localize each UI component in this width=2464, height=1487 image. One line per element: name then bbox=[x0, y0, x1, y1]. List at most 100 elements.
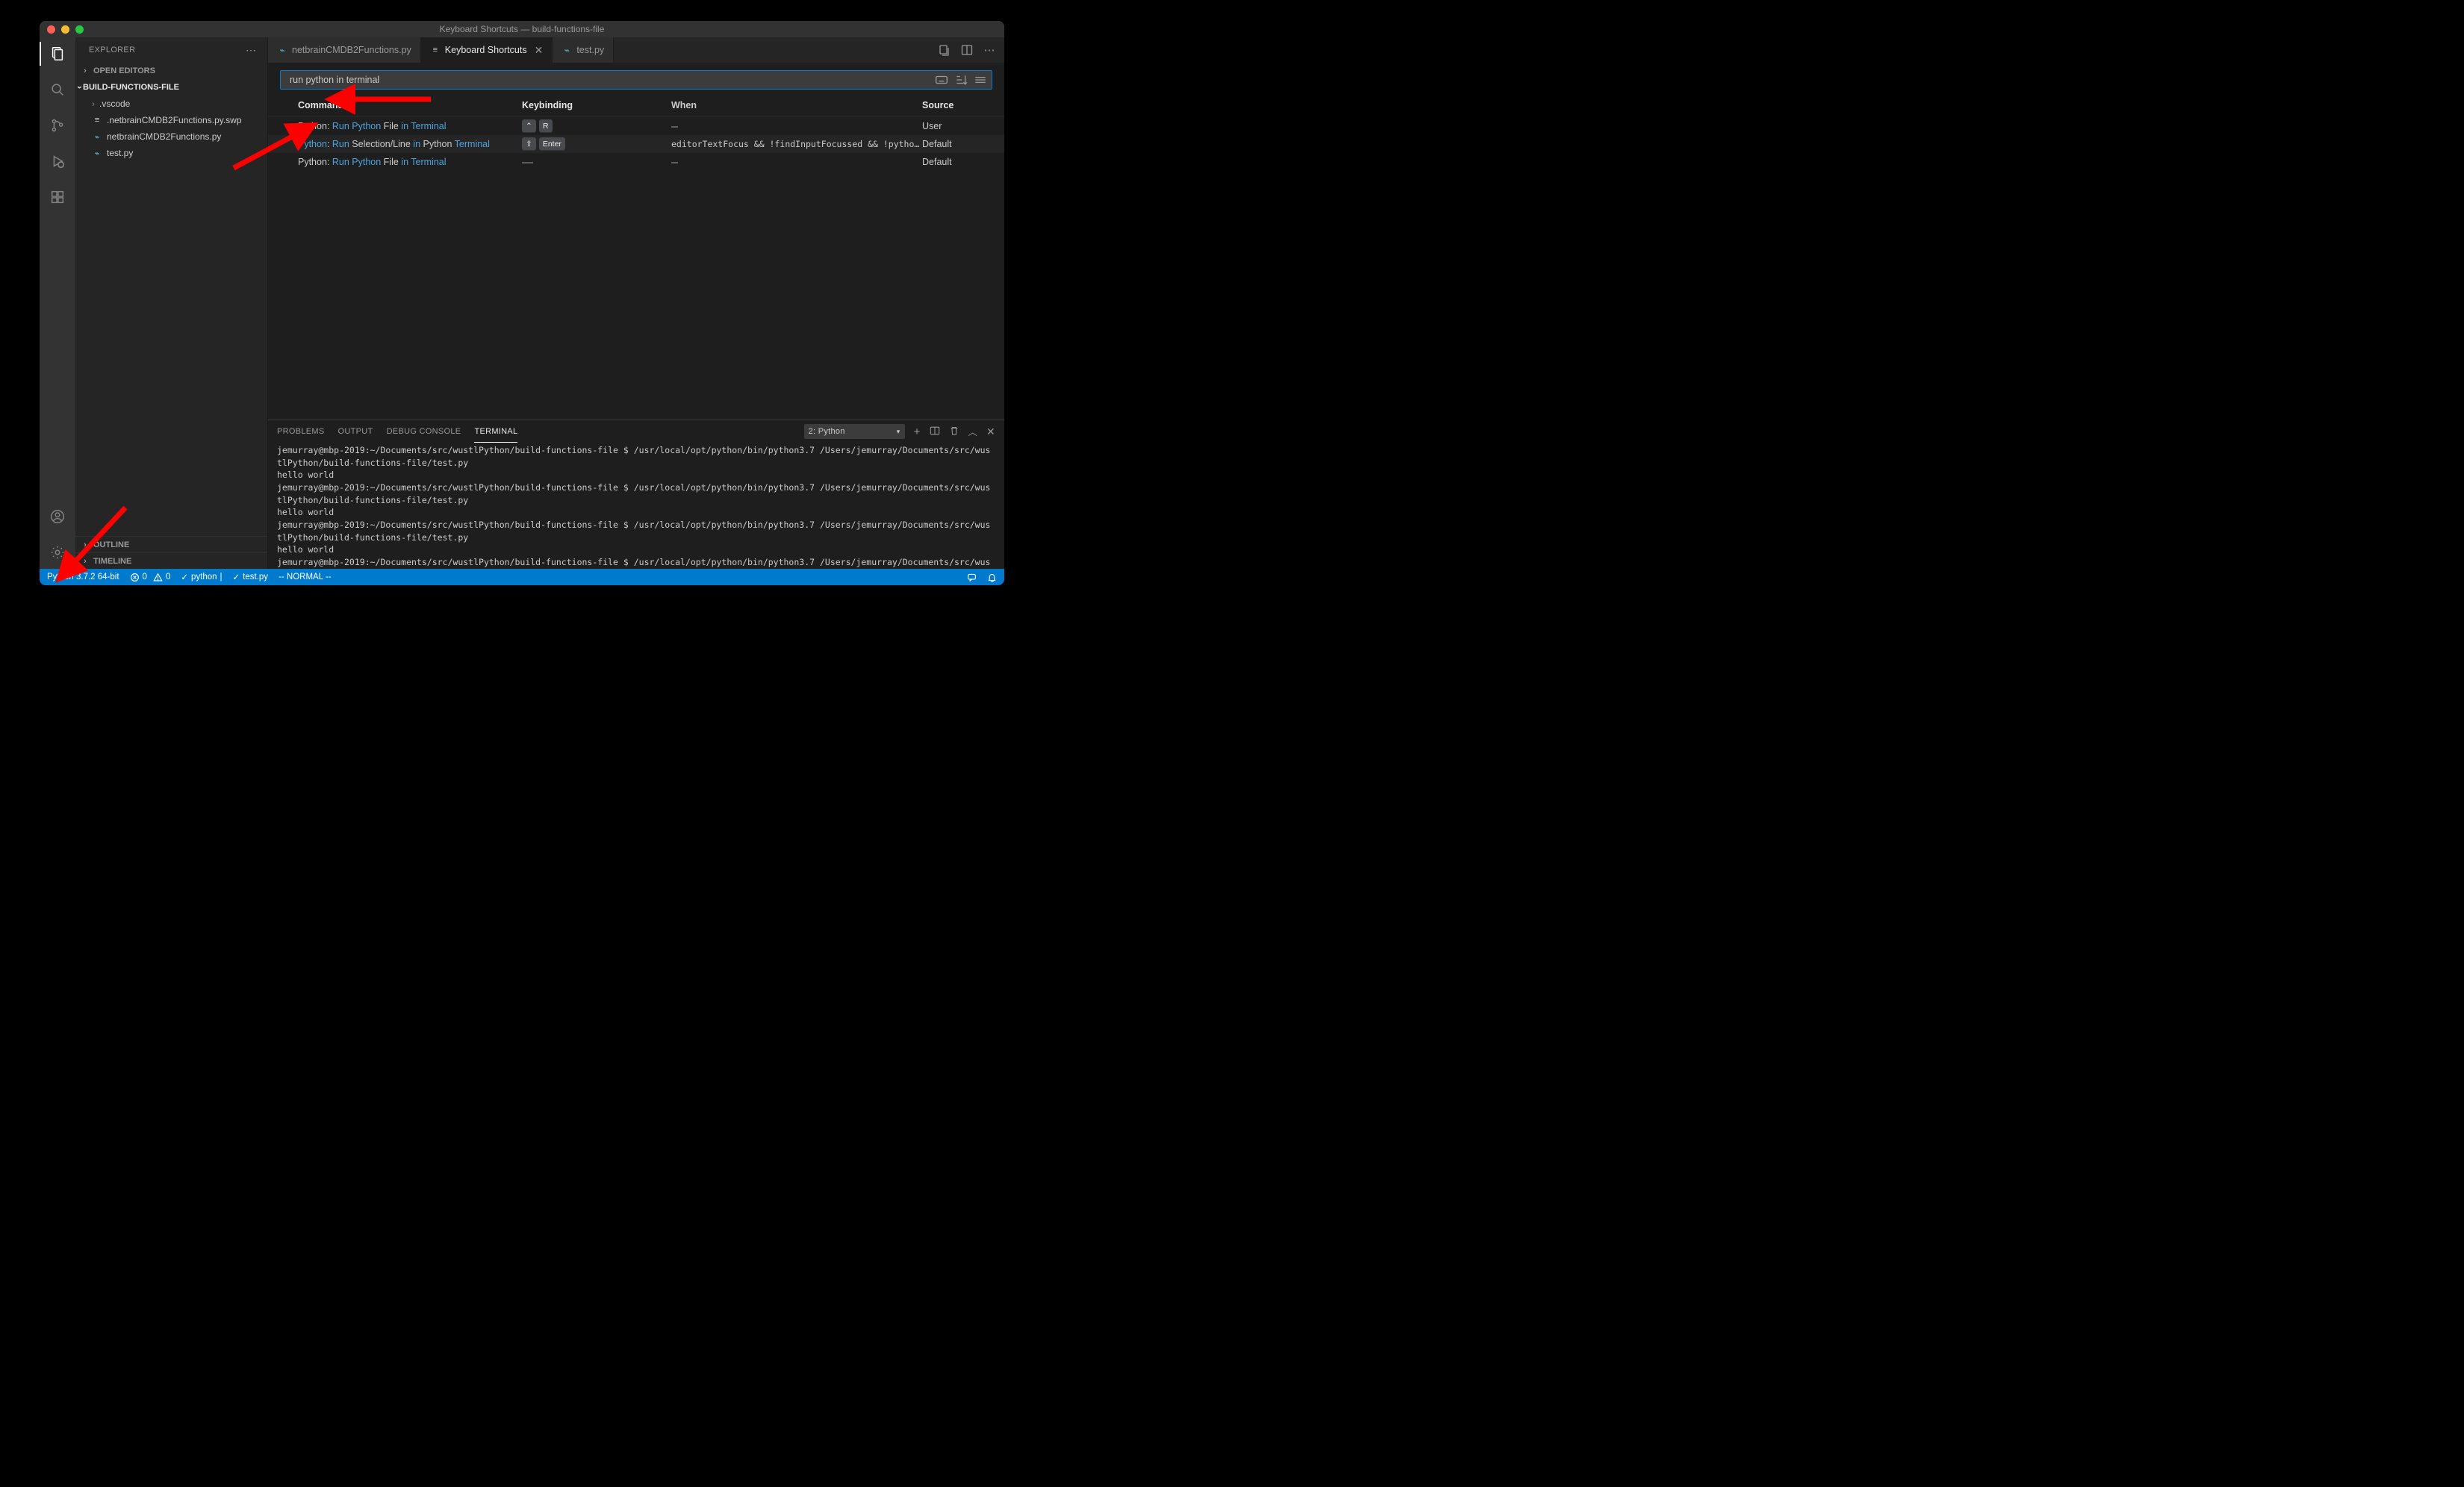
split-terminal-icon[interactable] bbox=[930, 425, 940, 438]
shortcut-command: Python: Run Python File in Terminal bbox=[298, 157, 522, 167]
close-panel-icon[interactable]: ✕ bbox=[986, 425, 995, 438]
shortcut-keybinding: — bbox=[522, 156, 671, 169]
python-interpreter[interactable]: Python 3.7.2 64-bit bbox=[47, 573, 119, 582]
maximize-window-button[interactable] bbox=[75, 25, 84, 34]
folder-header[interactable]: › BUILD-FUNCTIONS-FILE bbox=[75, 79, 267, 96]
status-bar: Python 3.7.2 64-bit 0 0 ✓ python | ✓ tes… bbox=[40, 569, 1004, 585]
maximize-panel-icon[interactable]: ︿ bbox=[968, 425, 977, 438]
header-when[interactable]: When bbox=[671, 100, 922, 110]
split-editor-icon[interactable] bbox=[961, 44, 973, 56]
explorer-tab[interactable] bbox=[40, 42, 75, 66]
folder-name: BUILD-FUNCTIONS-FILE bbox=[83, 83, 179, 92]
python-icon: ⌁ bbox=[561, 45, 572, 55]
new-terminal-icon[interactable]: + bbox=[914, 425, 921, 438]
vim-mode: -- NORMAL -- bbox=[279, 573, 331, 582]
window-title: Keyboard Shortcuts — build-functions-fil… bbox=[40, 24, 1004, 34]
tree-file[interactable]: ≡ .netbrainCMDB2Functions.py.swp bbox=[75, 112, 267, 128]
python-icon: ⌁ bbox=[92, 148, 102, 158]
close-window-button[interactable] bbox=[47, 25, 55, 34]
minimize-window-button[interactable] bbox=[61, 25, 69, 34]
tree-item-label: .vscode bbox=[99, 99, 130, 109]
sidebar-more-icon[interactable]: ⋯ bbox=[246, 44, 257, 57]
timeline-section[interactable]: › TIMELINE bbox=[75, 552, 267, 569]
activity-bar bbox=[40, 37, 75, 569]
window-controls bbox=[40, 25, 84, 34]
kill-terminal-icon[interactable] bbox=[949, 425, 959, 438]
panel-tab-output[interactable]: OUTPUT bbox=[338, 420, 373, 443]
shortcut-row[interactable]: Python: Run Python File in Terminal——Def… bbox=[268, 153, 1004, 171]
more-actions-icon[interactable]: ⋯ bbox=[983, 44, 995, 56]
shortcut-command: Python: Run Selection/Line in Python Ter… bbox=[298, 139, 522, 149]
open-editors-section[interactable]: › OPEN EDITORS bbox=[75, 63, 267, 79]
tree-file[interactable]: ⌁ test.py bbox=[75, 145, 267, 161]
shortcuts-header-row: Command Keybinding When Source bbox=[268, 94, 1004, 117]
shortcut-source: User bbox=[922, 121, 989, 131]
tab-label: netbrainCMDB2Functions.py bbox=[292, 45, 411, 55]
warning-count: 0 bbox=[166, 573, 170, 582]
shortcut-source: Default bbox=[922, 139, 989, 149]
terminal-selector[interactable]: 2: Python ▾ bbox=[804, 424, 905, 439]
problems-status[interactable]: 0 0 bbox=[130, 573, 171, 582]
shortcuts-search-input[interactable] bbox=[288, 74, 935, 86]
bottom-panel: PROBLEMS OUTPUT DEBUG CONSOLE TERMINAL 2… bbox=[268, 420, 1004, 569]
key-cap: ⇧ bbox=[522, 137, 536, 151]
source-control-tab[interactable] bbox=[40, 113, 75, 137]
open-keybindings-json-icon[interactable] bbox=[939, 44, 951, 56]
record-keys-icon[interactable] bbox=[935, 73, 948, 87]
close-tab-icon[interactable]: ✕ bbox=[535, 44, 544, 57]
header-source[interactable]: Source bbox=[922, 100, 989, 110]
chevron-down-icon: ▾ bbox=[897, 428, 900, 436]
editor-tab[interactable]: ⌁ test.py bbox=[553, 37, 614, 63]
explorer-sidebar: EXPLORER ⋯ › OPEN EDITORS › BUILD-FUNCTI… bbox=[75, 37, 268, 569]
outline-section[interactable]: › OUTLINE bbox=[75, 536, 267, 552]
run-debug-tab[interactable] bbox=[40, 149, 75, 173]
shortcut-when: — bbox=[671, 119, 922, 133]
tree-item-label: netbrainCMDB2Functions.py bbox=[107, 131, 221, 142]
shortcut-command: Python: Run Python File in Terminal bbox=[298, 121, 522, 131]
shortcut-row[interactable]: Python: Run Selection/Line in Python Ter… bbox=[268, 135, 1004, 153]
sidebar-title: EXPLORER bbox=[89, 46, 135, 54]
extensions-tab[interactable] bbox=[40, 185, 75, 209]
header-command[interactable]: Command bbox=[298, 100, 522, 110]
key-cap: R bbox=[539, 119, 553, 133]
titlebar: Keyboard Shortcuts — build-functions-fil… bbox=[40, 21, 1004, 37]
terminal-output[interactable]: jemurray@mbp-2019:~/Documents/src/wustlP… bbox=[268, 443, 1004, 569]
notifications-icon[interactable] bbox=[987, 573, 997, 582]
accounts-button[interactable] bbox=[40, 505, 75, 529]
shortcut-row[interactable]: Python: Run Python File in Terminal⌃R—Us… bbox=[268, 117, 1004, 135]
tree-item-label: .netbrainCMDB2Functions.py.swp bbox=[107, 115, 242, 125]
search-tab[interactable] bbox=[40, 78, 75, 102]
tree-file[interactable]: ⌁ netbrainCMDB2Functions.py bbox=[75, 128, 267, 145]
shortcut-when: editorTextFocus && !findInputFocussed &&… bbox=[671, 139, 922, 149]
sort-precedence-icon[interactable] bbox=[954, 73, 968, 87]
shortcuts-search bbox=[280, 70, 992, 90]
test-status-1[interactable]: ✓ python | bbox=[181, 572, 222, 582]
panel-tab-problems[interactable]: PROBLEMS bbox=[277, 420, 325, 443]
file-tree: › .vscode ≡ .netbrainCMDB2Functions.py.s… bbox=[75, 96, 267, 161]
shortcut-keybinding: ⌃R bbox=[522, 119, 671, 133]
settings-gear-button[interactable] bbox=[40, 540, 75, 564]
chevron-down-icon: › bbox=[75, 86, 85, 89]
chevron-right-icon: › bbox=[80, 66, 90, 75]
file-icon: ≡ bbox=[92, 115, 102, 125]
chevron-right-icon: › bbox=[80, 557, 90, 566]
timeline-label: TIMELINE bbox=[93, 557, 131, 566]
clear-search-icon[interactable] bbox=[974, 73, 987, 87]
tree-item-label: test.py bbox=[107, 148, 133, 158]
tree-folder[interactable]: › .vscode bbox=[75, 96, 267, 112]
editor-tab[interactable]: ⌁ netbrainCMDB2Functions.py bbox=[268, 37, 421, 63]
feedback-icon[interactable] bbox=[967, 573, 977, 582]
tab-bar: ⌁netbrainCMDB2Functions.py≡Keyboard Shor… bbox=[268, 37, 1004, 63]
tab-label: test.py bbox=[576, 45, 604, 55]
test-status-2[interactable]: ✓ test.py bbox=[233, 572, 269, 582]
python-icon: ⌁ bbox=[277, 45, 287, 55]
editor-tab[interactable]: ≡Keyboard Shortcuts✕ bbox=[421, 37, 553, 63]
keyboard-shortcuts-editor: Command Keybinding When Source Python: R… bbox=[268, 63, 1004, 420]
header-keybinding[interactable]: Keybinding bbox=[522, 100, 671, 110]
outline-label: OUTLINE bbox=[93, 540, 129, 549]
panel-tab-debug[interactable]: DEBUG CONSOLE bbox=[387, 420, 461, 443]
shortcut-when: — bbox=[671, 155, 922, 169]
error-count: 0 bbox=[143, 573, 147, 582]
tab-label: Keyboard Shortcuts bbox=[445, 45, 527, 55]
panel-tab-terminal[interactable]: TERMINAL bbox=[474, 420, 517, 443]
